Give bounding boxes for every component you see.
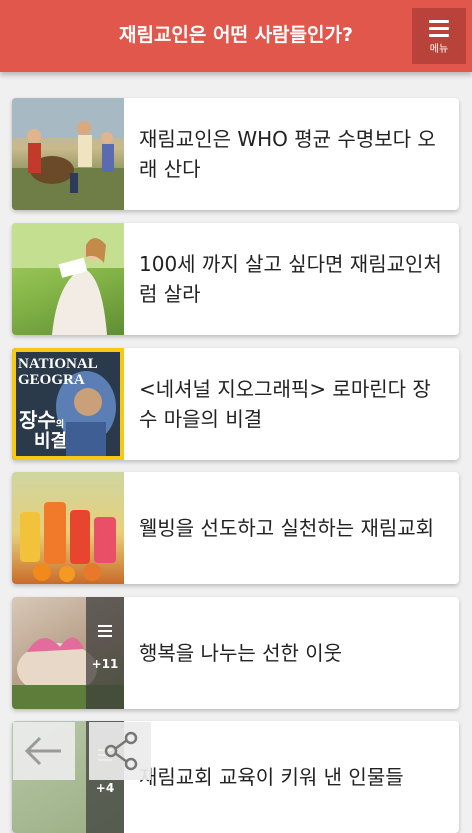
hamburger-icon [429, 20, 449, 41]
article-card[interactable]: 재림교인은 WHO 평균 수명보다 오래 산다 [12, 98, 459, 210]
article-title: <네셔널 지오그래픽> 로마린다 장수 마을의 비결 [139, 377, 431, 431]
photo-count: +11 [91, 657, 119, 671]
share-icon [104, 731, 138, 771]
app-header: 재림교인은 어떤 사람들인가? 메뉴 [0, 0, 472, 72]
share-button[interactable] [89, 722, 151, 780]
article-card[interactable]: +11 행복을 나누는 선한 이웃 [12, 597, 459, 709]
cover-headline: 장수 [19, 408, 56, 432]
article-card[interactable]: NATIONAL GEOGRA 장수의 비결 <네셔널 지오그래픽> 로마린다 … [12, 348, 459, 460]
menu-button[interactable]: 메뉴 [412, 8, 466, 64]
article-card[interactable]: 100세 까지 살고 싶다면 재림교인처럼 살라 [12, 223, 459, 335]
cover-brand: NATIONAL GEOGRA [18, 356, 97, 388]
list-icon [98, 625, 112, 640]
article-title: 재림교인은 WHO 평균 수명보다 오래 산다 [139, 127, 436, 181]
more-photos-overlay: +11 [86, 597, 124, 709]
article-title: 100세 까지 살고 싶다면 재림교인처럼 살라 [139, 252, 442, 306]
article-title: 웰빙을 선도하고 실천하는 재림교회 [139, 516, 435, 540]
page-title: 재림교인은 어떤 사람들인가? [118, 24, 353, 46]
menu-label: 메뉴 [429, 44, 449, 55]
article-title: 행복을 나누는 선한 이웃 [139, 641, 343, 665]
cover-sub: 비결 [34, 431, 68, 452]
family-picnic-photo [12, 98, 124, 210]
article-card[interactable]: +4 재림교회 교육이 키워 낸 인물들 [12, 721, 459, 833]
back-button[interactable] [13, 722, 75, 780]
article-title: 재림교회 교육이 키워 낸 인물들 [139, 765, 404, 789]
arrow-left-icon [24, 736, 61, 766]
photo-count: +4 [95, 781, 115, 795]
article-card[interactable]: 웰빙을 선도하고 실천하는 재림교회 [12, 472, 459, 584]
magazine-cover: NATIONAL GEOGRA 장수의 비결 [12, 348, 124, 460]
gift-basket-photo: +11 [12, 597, 124, 709]
cover-small: 의 [55, 420, 65, 430]
woman-reading-photo [12, 223, 124, 335]
juice-bottles-photo [12, 472, 124, 584]
